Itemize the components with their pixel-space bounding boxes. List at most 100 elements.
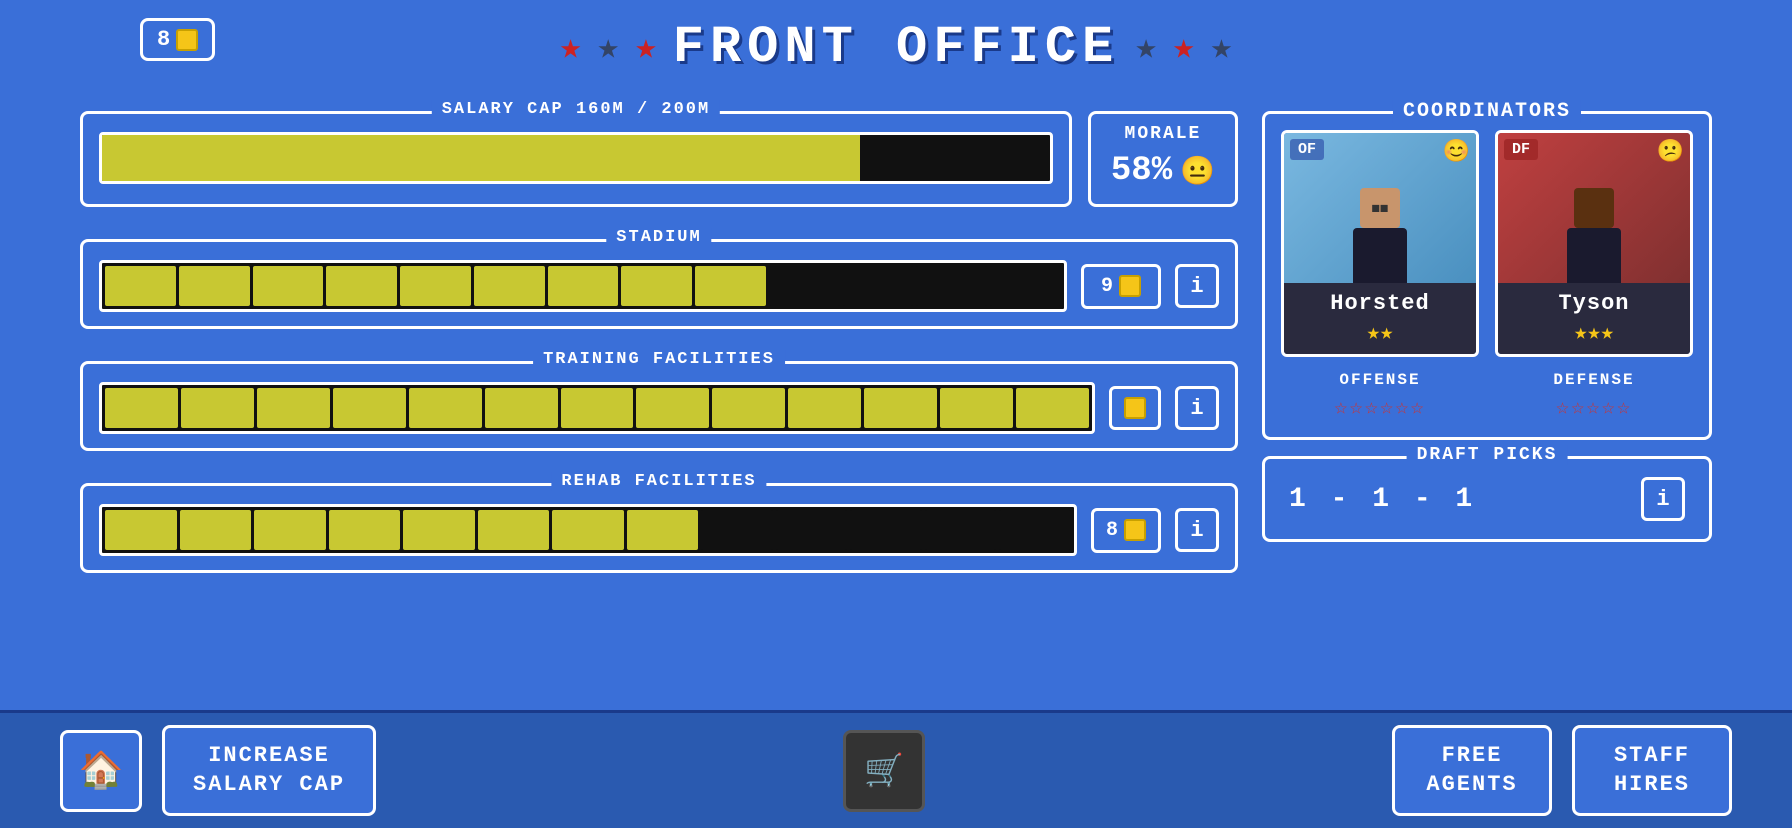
cart-icon: 🛒 [864,751,904,791]
offense-coord-stars: ★★ [1292,320,1468,346]
star-red-1: ★ [560,26,582,69]
training-bar [99,382,1095,434]
defense-emoji-badge: 😕 [1657,139,1684,165]
rehab-coin-icon [1124,519,1146,541]
defense-char [1567,188,1621,283]
salary-cap-bar [99,132,1053,184]
training-section: TRAINING FACILITIES [80,361,1238,451]
defense-body [1567,228,1621,283]
defense-name-area: Tyson ★★★ [1498,283,1690,354]
seg3 [253,266,324,306]
seg13 [990,266,1061,306]
defense-rating-label: DEFENSE [1495,371,1693,389]
increase-salary-cap-button[interactable]: INCREASE SALARY CAP [162,725,376,816]
offense-rating-label: OFFENSE [1281,371,1479,389]
stadium-coin-icon [1119,275,1141,297]
free-agents-label: FREE AGENTS [1426,743,1517,797]
rehab-cost-badge: 8 [1091,508,1161,553]
rehab-bar-area [99,504,1077,556]
increase-salary-cap-label: INCREASE SALARY CAP [193,743,345,797]
coordinators-grid: OF 😊 ◼◼ [1281,130,1693,357]
draft-picks-info-button[interactable]: i [1641,477,1685,521]
morale-label: MORALE [1111,124,1215,144]
seg9 [695,266,766,306]
offense-coord-name: Horsted [1292,291,1468,316]
morale-value: 58% [1111,152,1172,190]
stadium-row: 9 i [99,260,1219,312]
training-cost-badge [1109,386,1161,430]
bottom-bar: 🏠 INCREASE SALARY CAP 🛒 FREE AGENTS STAF… [0,710,1792,828]
offense-position-badge: OF [1290,139,1324,160]
stadium-section: STADIUM [80,239,1238,329]
star-red-3: ★ [1173,26,1195,69]
seg12 [916,266,987,306]
training-label: TRAINING FACILITIES [533,350,785,369]
left-panel: SALARY CAP 160M / 200M MORALE 58% 😐 STAD… [80,97,1238,573]
star-dark-3: ★ [1211,26,1233,69]
rehab-section: REHAB FACILITIES [80,483,1238,573]
morale-emoji: 😐 [1180,154,1215,189]
stadium-info-button[interactable]: i [1175,264,1219,308]
offense-rating-box: OFFENSE ☆☆☆☆☆☆ [1281,371,1479,421]
draft-picks-label: DRAFT PICKS [1407,445,1568,465]
free-agents-button[interactable]: FREE AGENTS [1392,725,1552,816]
home-button[interactable]: 🏠 [60,730,142,812]
defense-coord-img: DF 😕 [1498,133,1690,283]
rehab-info-button[interactable]: i [1175,508,1219,552]
offense-glasses: ◼◼ [1372,200,1389,217]
rehab-label: REHAB FACILITIES [551,472,766,491]
defense-position-badge: DF [1504,139,1538,160]
star-dark-1: ★ [597,26,619,69]
stadium-cost-badge: 9 [1081,264,1161,309]
draft-picks-box: DRAFT PICKS 1 - 1 - 1 i [1262,456,1712,542]
training-row: i [99,382,1219,434]
star-red-2: ★ [635,26,657,69]
header: 8 ★ ★ ★ FRONT OFFICE ★ ★ ★ [0,0,1792,87]
seg8 [621,266,692,306]
offense-rating-stars: ☆☆☆☆☆☆ [1281,395,1479,421]
stadium-label: STADIUM [606,228,711,247]
off-def-ratings: OFFENSE ☆☆☆☆☆☆ DEFENSE ☆☆☆☆☆ [1281,371,1693,421]
seg6 [474,266,545,306]
morale-section: MORALE 58% 😐 [1088,111,1238,207]
coins-display: 8 [140,18,215,61]
offense-emoji-badge: 😊 [1443,139,1470,165]
stadium-bar-area [99,260,1067,312]
coordinators-label: COORDINATORS [1393,100,1581,123]
offense-head: ◼◼ [1360,188,1400,228]
defense-rating-box: DEFENSE ☆☆☆☆☆ [1495,371,1693,421]
top-row: SALARY CAP 160M / 200M MORALE 58% 😐 [80,97,1238,207]
offense-name-area: Horsted ★★ [1284,283,1476,354]
seg5 [400,266,471,306]
offense-coordinator-card[interactable]: OF 😊 ◼◼ [1281,130,1479,357]
seg2 [179,266,250,306]
rehab-cost: 8 [1106,519,1118,542]
home-icon: 🏠 [79,749,124,793]
cart-button[interactable]: 🛒 [843,730,925,812]
staff-hires-button[interactable]: STAFF HIRES [1572,725,1732,816]
rehab-row: 8 i [99,504,1219,556]
training-info-button[interactable]: i [1175,386,1219,430]
defense-coord-name: Tyson [1506,291,1682,316]
seg4 [326,266,397,306]
defense-head [1574,188,1614,228]
seg7 [548,266,619,306]
training-coin-icon [1124,397,1146,419]
staff-hires-label: STAFF HIRES [1614,743,1690,797]
salary-cap-section: SALARY CAP 160M / 200M [80,111,1072,207]
defense-coord-stars: ★★★ [1506,320,1682,346]
main-content: SALARY CAP 160M / 200M MORALE 58% 😐 STAD… [0,97,1792,573]
defense-coordinator-card[interactable]: DF 😕 Tyson ★★★ [1495,130,1693,357]
title-area: ★ ★ ★ FRONT OFFICE ★ ★ ★ [560,18,1233,77]
stadium-cost: 9 [1101,275,1113,298]
right-panel: COORDINATORS OF 😊 [1262,111,1712,573]
salary-cap-fill [102,135,860,181]
morale-value-row: 58% 😐 [1111,152,1215,190]
salary-cap-label: SALARY CAP 160M / 200M [432,100,720,119]
defense-rating-stars: ☆☆☆☆☆ [1495,395,1693,421]
offense-coord-img: OF 😊 ◼◼ [1284,133,1476,283]
stadium-bar [99,260,1067,312]
coin-icon [176,29,198,51]
seg11 [843,266,914,306]
coordinators-box: COORDINATORS OF 😊 [1262,111,1712,440]
